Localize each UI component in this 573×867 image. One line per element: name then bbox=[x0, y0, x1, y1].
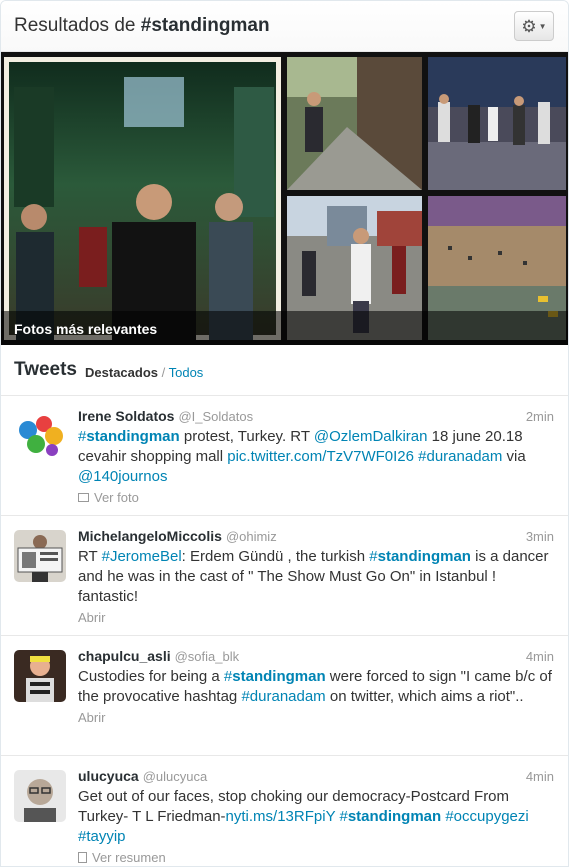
title-query: #standingman bbox=[140, 15, 270, 36]
tweet-timestamp[interactable]: 3min bbox=[526, 529, 554, 544]
tweet-timestamp[interactable]: 4min bbox=[526, 769, 554, 784]
tweet-action-label[interactable]: Ver resumen bbox=[92, 850, 166, 865]
tweet-body: Irene Soldatos @I_Soldatos 2min #standin… bbox=[78, 408, 554, 505]
tweet-header: MichelangeloMiccolis @ohimiz 3min bbox=[78, 528, 554, 544]
tweet-action[interactable]: Abrir bbox=[78, 610, 554, 625]
tweet-link[interactable]: nyti.ms/13RFpiY bbox=[226, 808, 336, 825]
avatar[interactable] bbox=[14, 770, 66, 822]
filter-top: Destacados bbox=[85, 364, 158, 380]
tweet-username[interactable]: @I_Soldatos bbox=[178, 409, 253, 424]
hashtag-symbol[interactable]: # bbox=[339, 808, 347, 825]
tweet-text-segment: RT bbox=[78, 548, 102, 565]
tweet-item[interactable]: Irene Soldatos @I_Soldatos 2min #standin… bbox=[1, 396, 568, 516]
search-results-panel: Resultados de #standingman ⚙ ▼ Fotos más… bbox=[0, 0, 569, 867]
page-title: Resultados de #standingman bbox=[14, 15, 270, 37]
tweets-title: Tweets bbox=[14, 359, 78, 380]
photo-street-crowd-image bbox=[4, 57, 281, 340]
tweet-header: chapulcu_asli @sofia_blk 4min bbox=[78, 648, 554, 664]
tweet-link[interactable]: @140journos bbox=[78, 468, 167, 485]
tweet-link[interactable]: @OzlemDalkiran bbox=[314, 428, 428, 445]
settings-button[interactable]: ⚙ ▼ bbox=[514, 11, 554, 41]
hashtag-highlight[interactable]: standingman bbox=[348, 808, 441, 825]
filter-all-link[interactable]: Todos bbox=[169, 365, 204, 380]
tweets-filter: Destacados / Todos bbox=[85, 365, 203, 380]
tweet-link[interactable]: #duranadam bbox=[241, 688, 325, 705]
tweet-username[interactable]: @sofia_blk bbox=[175, 649, 240, 664]
hashtag-symbol[interactable]: # bbox=[369, 548, 377, 565]
tweet-body: ulucyuca @ulucyuca 4min Get out of our f… bbox=[78, 768, 554, 865]
avatar-image bbox=[14, 650, 66, 702]
tweet-action[interactable]: Abrir bbox=[78, 710, 554, 725]
tweet-action-label[interactable]: Ver foto bbox=[94, 490, 139, 505]
tweet-item[interactable]: MichelangeloMiccolis @ohimiz 3min RT #Je… bbox=[1, 516, 568, 636]
tweet-link[interactable]: #JeromeBel bbox=[102, 548, 182, 565]
tweet-username[interactable]: @ohimiz bbox=[226, 529, 277, 544]
tweet-text: RT #JeromeBel: Erdem Gündü , the turkish… bbox=[78, 547, 554, 607]
avatar-image bbox=[14, 410, 66, 462]
tweet-text-segment: on twitter, which aims a riot".. bbox=[325, 688, 524, 705]
avatar[interactable] bbox=[14, 650, 66, 702]
photo-square-crowd[interactable] bbox=[428, 57, 566, 190]
caret-down-icon: ▼ bbox=[538, 21, 547, 31]
tweet-text-segment: : Erdem Gündü , the turkish bbox=[181, 548, 370, 565]
summary-icon bbox=[78, 852, 87, 863]
gear-icon: ⚙ bbox=[521, 16, 537, 36]
hashtag-highlight[interactable]: standingman bbox=[378, 548, 471, 565]
tweet-fullname[interactable]: chapulcu_asli bbox=[78, 648, 171, 664]
tweet-timestamp[interactable]: 2min bbox=[526, 409, 554, 424]
hashtag-highlight[interactable]: standingman bbox=[86, 428, 179, 445]
tweet-link[interactable]: #duranadam bbox=[418, 448, 502, 465]
photo-square-crowd-image bbox=[428, 57, 566, 190]
tweet-text: Custodies for being a #standingman were … bbox=[78, 667, 554, 707]
title-prefix: Resultados de bbox=[14, 15, 141, 36]
tweet-link[interactable]: #occupygezi bbox=[445, 808, 528, 825]
tweet-text-segment: protest, Turkey. RT bbox=[179, 428, 314, 445]
tweet-header: ulucyuca @ulucyuca 4min bbox=[78, 768, 554, 784]
tweet-username[interactable]: @ulucyuca bbox=[143, 769, 208, 784]
tweet-item[interactable]: ulucyuca @ulucyuca 4min Get out of our f… bbox=[1, 756, 568, 866]
tweet-link[interactable]: pic.twitter.com/TzV7WF0I26 bbox=[227, 448, 414, 465]
avatar-image bbox=[14, 770, 66, 822]
hashtag-highlight[interactable]: standingman bbox=[232, 668, 325, 685]
tweet-text-segment: Custodies for being a bbox=[78, 668, 224, 685]
avatar[interactable] bbox=[14, 530, 66, 582]
filter-separator: / bbox=[158, 364, 169, 380]
tweet-action[interactable]: Ver foto bbox=[78, 490, 554, 505]
tweet-link[interactable]: #tayyip bbox=[78, 828, 126, 845]
photo-street-crowd[interactable] bbox=[4, 57, 281, 340]
photo-standing-woman-image bbox=[287, 57, 422, 190]
tweet-action[interactable]: Ver resumen bbox=[78, 850, 554, 865]
tweet-header: Irene Soldatos @I_Soldatos 2min bbox=[78, 408, 554, 424]
hashtag-symbol[interactable]: # bbox=[224, 668, 232, 685]
photo-icon bbox=[78, 493, 89, 502]
tweet-action-label[interactable]: Abrir bbox=[78, 610, 105, 625]
avatar-image bbox=[14, 530, 66, 582]
tweet-fullname[interactable]: ulucyuca bbox=[78, 768, 139, 784]
tweet-timestamp[interactable]: 4min bbox=[526, 649, 554, 664]
tweet-fullname[interactable]: MichelangeloMiccolis bbox=[78, 528, 222, 544]
tweets-section-header: Tweets Destacados / Todos bbox=[1, 345, 568, 396]
tweet-text: Get out of our faces, stop choking our d… bbox=[78, 787, 554, 847]
top-photos-grid[interactable]: Fotos más relevantes bbox=[1, 52, 568, 345]
tweet-action-label[interactable]: Abrir bbox=[78, 710, 105, 725]
avatar[interactable] bbox=[14, 410, 66, 462]
tweet-body: chapulcu_asli @sofia_blk 4min Custodies … bbox=[78, 648, 554, 725]
tweet-text: #standingman protest, Turkey. RT @OzlemD… bbox=[78, 427, 554, 487]
tweet-item[interactable]: chapulcu_asli @sofia_blk 4min Custodies … bbox=[1, 636, 568, 756]
photos-caption[interactable]: Fotos más relevantes bbox=[1, 311, 568, 345]
tweet-fullname[interactable]: Irene Soldatos bbox=[78, 408, 174, 424]
photo-standing-woman[interactable] bbox=[287, 57, 422, 190]
results-header: Resultados de #standingman ⚙ ▼ bbox=[1, 1, 568, 52]
tweet-body: MichelangeloMiccolis @ohimiz 3min RT #Je… bbox=[78, 528, 554, 625]
tweet-text-segment: via bbox=[502, 448, 526, 465]
